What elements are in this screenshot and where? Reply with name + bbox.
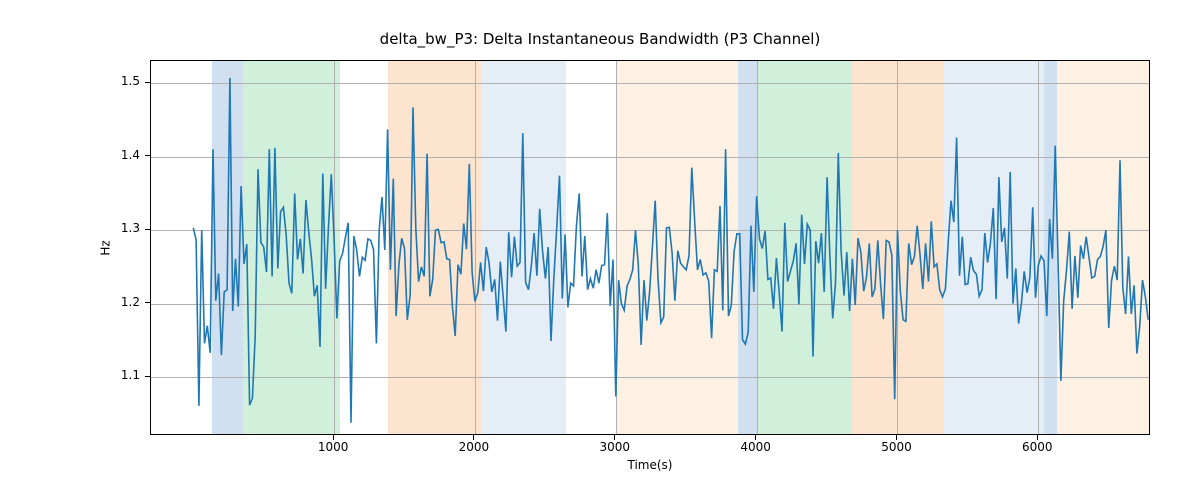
y-tick-label: 1.4 (100, 148, 140, 162)
y-tick (145, 376, 150, 377)
y-tick (145, 302, 150, 303)
x-tick-label: 1000 (308, 440, 358, 454)
y-tick-label: 1.2 (100, 295, 140, 309)
line-plot (151, 61, 1150, 435)
y-tick-label: 1.1 (100, 368, 140, 382)
y-tick (145, 229, 150, 230)
y-tick (145, 155, 150, 156)
x-tick-label: 4000 (731, 440, 781, 454)
y-tick-label: 1.3 (100, 221, 140, 235)
plot-area (150, 60, 1150, 435)
x-tick-label: 5000 (871, 440, 921, 454)
y-tick-label: 1.5 (100, 74, 140, 88)
x-tick-label: 6000 (1012, 440, 1062, 454)
x-axis-label: Time(s) (150, 458, 1150, 472)
chart-title: delta_bw_P3: Delta Instantaneous Bandwid… (0, 30, 1200, 48)
y-tick (145, 82, 150, 83)
x-tick-label: 3000 (590, 440, 640, 454)
figure: delta_bw_P3: Delta Instantaneous Bandwid… (0, 0, 1200, 500)
x-tick-label: 2000 (449, 440, 499, 454)
